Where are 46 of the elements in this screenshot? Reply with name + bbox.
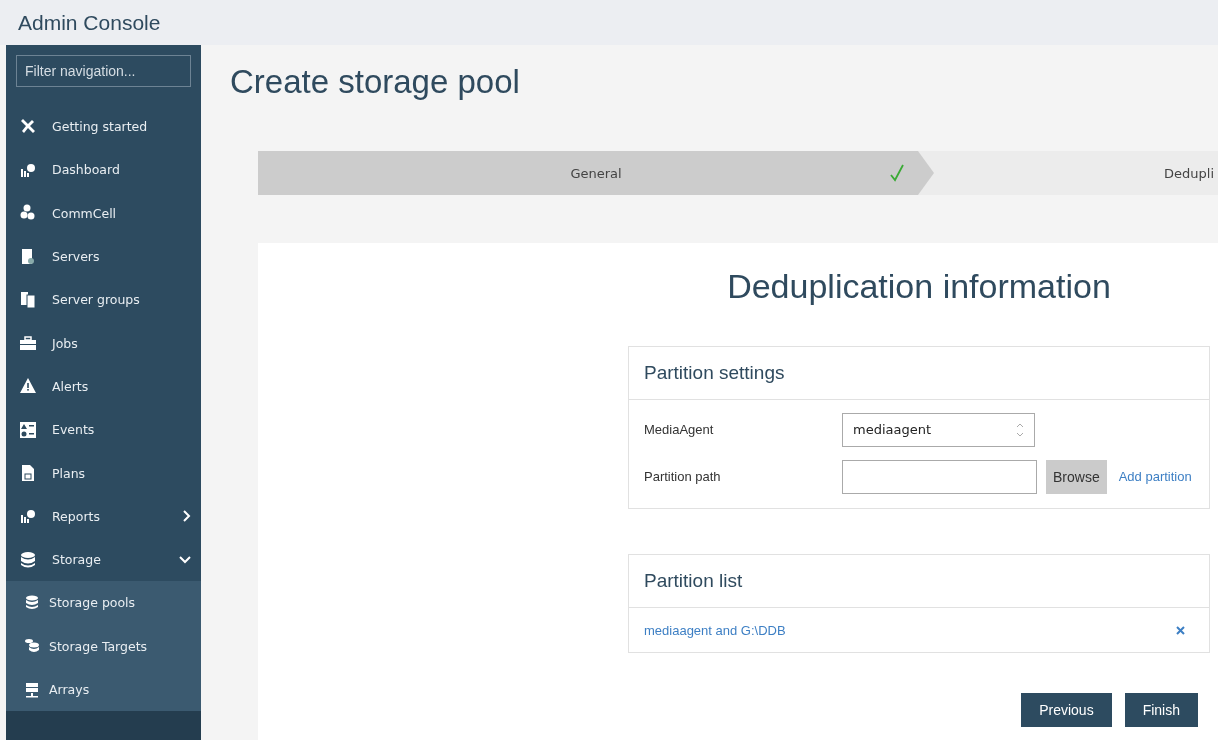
nav-icon [24, 594, 40, 611]
page-title: Create storage pool [230, 63, 521, 101]
nav-icon [19, 464, 37, 482]
nav-item[interactable]: Alerts [6, 364, 201, 409]
remove-icon[interactable] [1176, 625, 1185, 635]
field-label: MediaAgent [644, 422, 715, 437]
card-title: Partition list [644, 570, 743, 592]
nav-subitem[interactable]: Arrays [6, 667, 201, 712]
nav-subitem[interactable]: Storage Targets [6, 624, 201, 668]
nav-icon [19, 290, 37, 309]
nav-item[interactable]: CommCell [6, 191, 201, 235]
section-title: Deduplication information [726, 267, 1112, 306]
filter-field[interactable]: Filter navigation... [16, 55, 191, 87]
add-partition-link[interactable]: Add partition [1118, 469, 1192, 484]
nav-item[interactable]: Plans [6, 451, 201, 495]
nav-icon [19, 117, 37, 136]
nav-item[interactable]: Events [6, 408, 201, 452]
nav-subitem[interactable]: Storage pools [6, 581, 201, 625]
check-icon [890, 164, 904, 182]
nav-item[interactable]: Storage [6, 537, 201, 582]
partition-link[interactable]: mediaagent and G:\DDB [644, 622, 786, 638]
nav-item[interactable]: Reports [6, 494, 201, 538]
field-label: Partition path [644, 469, 722, 484]
nav-icon [19, 507, 37, 526]
nav-item[interactable]: Server groups [6, 278, 201, 322]
nav-icon [24, 681, 40, 698]
wizard-step[interactable]: General [258, 151, 934, 195]
wizard-step[interactable]: Dedupli [918, 151, 1218, 195]
nav-icon [19, 247, 37, 266]
app-title: Admin Console [18, 10, 161, 35]
partition-path-field[interactable] [842, 459, 1037, 494]
nav-icon [19, 377, 37, 396]
nav-item[interactable]: Dashboard [6, 148, 201, 192]
spinner-icon [1016, 421, 1024, 438]
nav-item[interactable]: Getting started [6, 105, 201, 149]
nav-icon [19, 550, 37, 569]
nav-icon [19, 420, 37, 439]
nav-icon [19, 334, 37, 353]
nav-item[interactable]: Servers [6, 234, 201, 279]
nav-item[interactable]: Jobs [6, 321, 201, 365]
card-title: Partition settings [644, 362, 785, 384]
browse-button[interactable]: Browse [1046, 459, 1107, 494]
finish-button[interactable]: Finish [1124, 693, 1198, 727]
nav-icon [24, 638, 40, 655]
mediaagent-select[interactable]: mediaagent [842, 412, 1035, 447]
previous-button[interactable]: Previous [1021, 693, 1112, 727]
